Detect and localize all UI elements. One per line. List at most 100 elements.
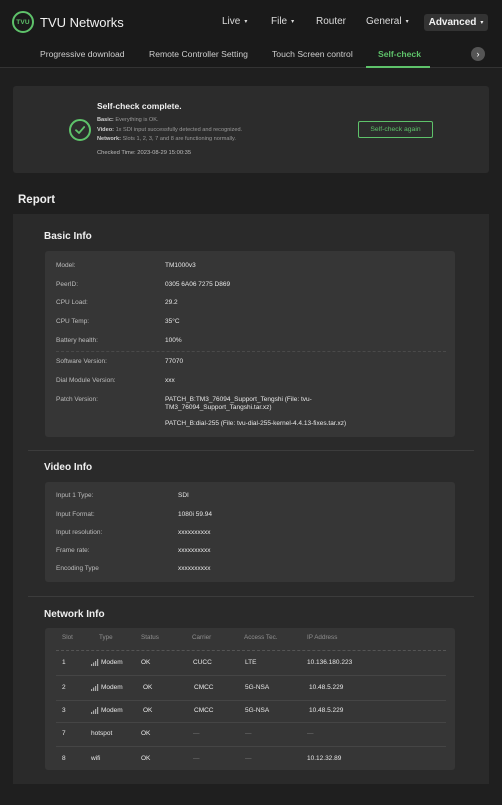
column-header-slot: Slot: [62, 634, 73, 641]
chevron-down-icon: ▾: [291, 18, 295, 25]
chevron-down-icon: ▾: [244, 18, 248, 25]
tvu-logo-icon: TVU: [12, 11, 34, 33]
software-version-value: 77070: [165, 358, 184, 365]
access-cell: 5G-NSA: [245, 707, 270, 714]
cpu-temp-label: CPU Temp:: [56, 318, 90, 325]
row-divider: [56, 746, 446, 747]
video-status-line: Video: 1x SDI input successfully detecte…: [97, 127, 242, 133]
model-value: TM1000v3: [165, 262, 196, 269]
cpu-load-value: 29.2: [165, 299, 178, 306]
nav-router[interactable]: Router: [316, 0, 346, 42]
type-cell: wifi: [91, 755, 101, 762]
slot-cell: 1: [62, 659, 66, 666]
divider: [56, 351, 446, 352]
type-cell: Modem: [91, 659, 123, 666]
status-cell: OK: [141, 730, 151, 737]
column-header-status: Status: [141, 634, 159, 641]
frame-rate-value: xxxxxxxxxx: [178, 547, 211, 554]
nav-live[interactable]: Live ▾: [222, 0, 247, 42]
type-cell: Modem: [91, 684, 123, 691]
status-cell: OK: [141, 755, 151, 762]
basic-info-title: Basic Info: [44, 231, 92, 242]
active-tab-indicator: [366, 66, 430, 68]
signal-bars-icon: [91, 707, 99, 714]
slot-cell: 8: [62, 755, 66, 762]
frame-rate-label: Frame rate:: [56, 547, 90, 554]
slot-cell: 7: [62, 730, 66, 737]
battery-health-label: Battery health:: [56, 337, 98, 344]
chevron-down-icon: ▾: [405, 18, 409, 25]
basic-status-line: Basic: Everything is OK.: [97, 117, 159, 123]
nav-advanced-label: Advanced: [428, 17, 477, 28]
brand-name: TVU Networks: [40, 14, 124, 30]
chevron-right-icon[interactable]: ›: [471, 47, 485, 61]
ip-cell: —: [307, 730, 314, 737]
type-label: Modem: [101, 659, 123, 666]
type-cell: hotspot: [91, 730, 113, 737]
tab-self-check[interactable]: Self-check: [378, 49, 421, 59]
type-cell: Modem: [91, 707, 123, 714]
video-status-label: Video:: [97, 127, 114, 133]
nav-advanced[interactable]: Advanced ▾: [424, 14, 488, 31]
signal-bars-icon: [91, 684, 99, 691]
type-label: Modem: [101, 684, 123, 691]
video-info-title: Video Info: [44, 462, 93, 473]
input-resolution-value: xxxxxxxxxx: [178, 529, 211, 536]
table-header-divider: [56, 650, 446, 651]
checked-time: Checked Time: 2023-08-29 15:00:35: [97, 150, 192, 156]
carrier-cell: —: [193, 755, 200, 762]
self-check-summary-card: Self-check complete. Basic: Everything i…: [13, 86, 489, 173]
network-info-title: Network Info: [44, 609, 105, 620]
input-resolution-label: Input resolution:: [56, 529, 103, 536]
ip-cell: 10.136.180.223: [307, 659, 353, 666]
carrier-cell: CMCC: [194, 707, 214, 714]
tab-remote-controller-setting[interactable]: Remote Controller Setting: [149, 49, 248, 59]
encoding-type-label: Encoding Type: [56, 565, 99, 572]
status-cell: OK: [143, 684, 153, 691]
report-title: Report: [18, 194, 56, 206]
tab-touch-screen-control[interactable]: Touch Screen control: [272, 49, 353, 59]
row-divider: [56, 675, 446, 676]
cpu-temp-value: 35°C: [165, 318, 180, 325]
patch-version-value-line1: PATCH_B:TM3_76094_Support_Tengshi (File:…: [165, 396, 312, 403]
signal-bars-icon: [91, 659, 99, 666]
nav-live-label: Live: [222, 15, 241, 27]
brand-logo[interactable]: TVU TVU Networks: [12, 11, 124, 33]
ip-cell: 10.48.5.229: [309, 684, 344, 691]
nav-general-label: General: [366, 15, 402, 27]
access-cell: LTE: [245, 659, 257, 666]
nav-file[interactable]: File ▾: [271, 0, 294, 42]
patch-version-label: Patch Version:: [56, 396, 98, 403]
input-type-value: SDI: [178, 492, 189, 499]
basic-status-text: Everything is OK.: [115, 117, 159, 123]
status-cell: OK: [143, 707, 153, 714]
input-format-label: Input Format:: [56, 511, 95, 518]
nav-general[interactable]: General ▾: [366, 0, 409, 42]
type-label: Modem: [101, 707, 123, 714]
row-divider: [56, 722, 446, 723]
basic-status-label: Basic:: [97, 117, 114, 123]
access-cell: —: [245, 755, 252, 762]
sub-tabs: Progressive download Remote Controller S…: [0, 42, 502, 68]
patch-version-value-line2: TM3_76094_Support_Tangshi.tar.xz): [165, 404, 272, 411]
carrier-cell: —: [193, 730, 200, 737]
section-divider: [28, 596, 474, 597]
access-cell: 5G-NSA: [245, 684, 270, 691]
slot-cell: 2: [62, 684, 66, 691]
self-check-title: Self-check complete.: [97, 101, 182, 111]
tab-progressive-download[interactable]: Progressive download: [40, 49, 125, 59]
column-header-type: Type: [99, 634, 113, 641]
check-circle-icon: [69, 119, 91, 141]
slot-cell: 3: [62, 707, 66, 714]
encoding-type-value: xxxxxxxxxx: [178, 565, 211, 572]
carrier-cell: CUCC: [193, 659, 212, 666]
access-cell: —: [245, 730, 252, 737]
self-check-again-button[interactable]: Self-check again: [358, 121, 433, 138]
input-type-label: Input 1 Type:: [56, 492, 94, 499]
patch-version-value-line3: PATCH_B:dial-255 (File: tvu-dial-255-ker…: [165, 420, 347, 427]
ip-cell: 10.12.32.89: [307, 755, 342, 762]
video-status-text: 1x SDI input successfully detected and r…: [115, 127, 243, 133]
network-status-label: Network:: [97, 136, 121, 142]
nav-file-label: File: [271, 15, 288, 27]
network-status-line: Network: Slots 1, 2, 3, 7 and 8 are func…: [97, 136, 236, 142]
